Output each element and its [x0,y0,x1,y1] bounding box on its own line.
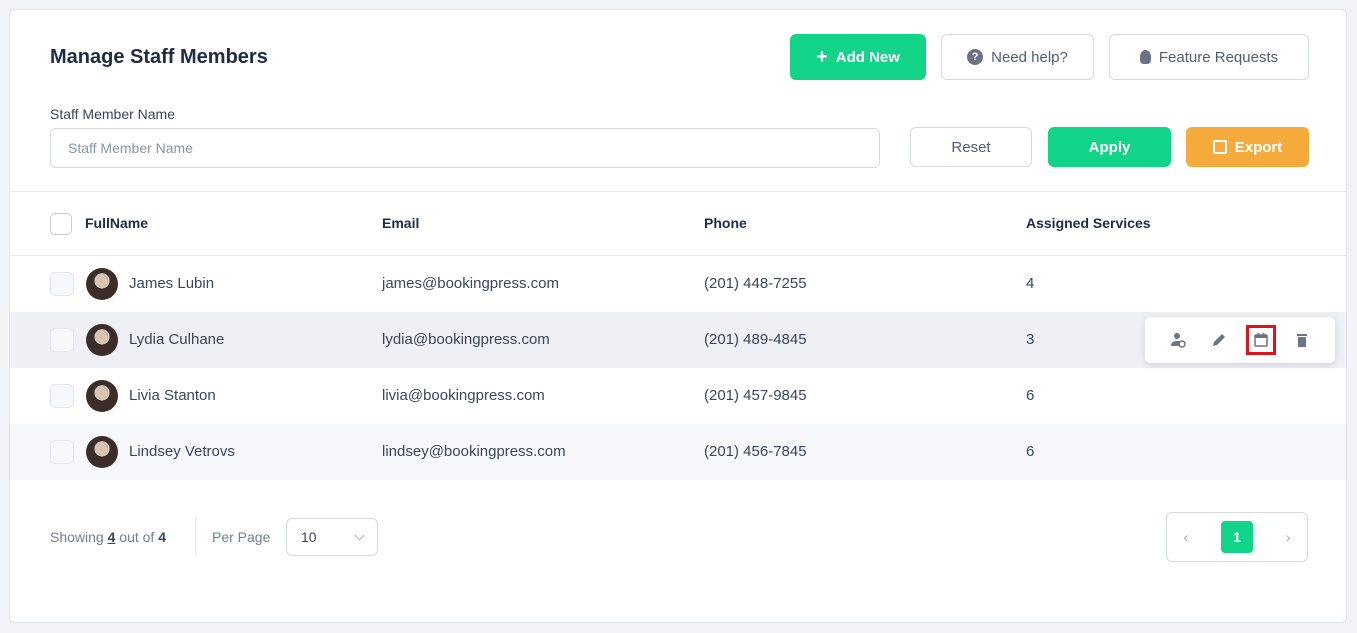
staff-phone: (201) 456-7845 [704,443,807,460]
showing-count: Showing 4 out of 4 [50,529,166,545]
per-page-label: Per Page [212,529,271,545]
avatar [86,268,118,300]
row-checkbox[interactable] [50,440,74,464]
table-row[interactable]: Lindsey Vetrovs lindsey@bookingpress.com… [10,424,1346,480]
staff-name: Lydia Culhane [129,331,225,348]
help-icon: ? [967,49,984,65]
feature-requests-button[interactable]: Feature Requests [1109,34,1309,80]
row-checkbox[interactable] [50,272,74,296]
staff-name: Livia Stanton [129,387,216,404]
reset-button[interactable]: Reset [910,127,1032,167]
row-actions-menu [1145,317,1335,363]
row-checkbox[interactable] [50,384,74,408]
avatar [86,436,118,468]
need-help-button[interactable]: ? Need help? [941,34,1094,80]
assigned-services: 6 [1026,387,1035,404]
staff-email: lindsey@bookingpress.com [382,443,566,460]
column-header-fullname[interactable]: FullName [85,215,148,231]
staff-name-input[interactable] [50,128,880,168]
staff-phone: (201) 457-9845 [704,387,807,404]
calendar-icon[interactable] [1245,325,1276,355]
divider [10,191,1346,192]
staff-name: Lindsey Vetrovs [129,443,235,460]
select-all-checkbox[interactable] [50,213,72,235]
staff-phone: (201) 448-7255 [704,275,807,292]
chevron-down-icon [354,530,365,540]
export-button[interactable]: Export [1186,127,1309,167]
staff-email: livia@bookingpress.com [382,387,545,404]
divider [195,517,196,557]
export-icon [1212,140,1227,154]
assigned-services: 6 [1026,443,1035,460]
assigned-services: 4 [1026,275,1035,292]
prev-page-button[interactable]: ‹ [1183,529,1188,545]
staff-card: Manage Staff Members + Add New ? Need help… [9,9,1347,623]
add-new-button[interactable]: + Add New [790,34,926,80]
per-page-select[interactable]: 10 [286,518,378,556]
staff-phone: (201) 489-4845 [704,331,807,348]
apply-button[interactable]: Apply [1048,127,1171,167]
table-row[interactable]: James Lubin james@bookingpress.com (201)… [10,256,1346,312]
avatar [86,324,118,356]
column-header-email[interactable]: Email [382,215,419,231]
next-page-button[interactable]: › [1286,529,1291,545]
staff-email: james@bookingpress.com [382,275,559,292]
page-title: Manage Staff Members [50,46,268,68]
user-settings-icon[interactable] [1163,325,1193,355]
trash-icon[interactable] [1287,325,1317,355]
row-checkbox[interactable] [50,328,74,352]
plus-icon: + [816,45,828,68]
staff-email: lydia@bookingpress.com [382,331,550,348]
lightbulb-icon [1139,50,1151,64]
pagination: ‹ 1 › [1166,512,1308,562]
assigned-services: 3 [1026,331,1035,348]
avatar [86,380,118,412]
edit-icon[interactable] [1204,325,1234,355]
column-header-assigned-services[interactable]: Assigned Services [1026,215,1151,231]
table-row[interactable]: Livia Stanton livia@bookingpress.com (20… [10,368,1346,424]
column-header-phone[interactable]: Phone [704,215,747,231]
staff-name: James Lubin [129,275,215,292]
staff-name-label: Staff Member Name [50,106,176,122]
page-1-button[interactable]: 1 [1220,521,1253,553]
